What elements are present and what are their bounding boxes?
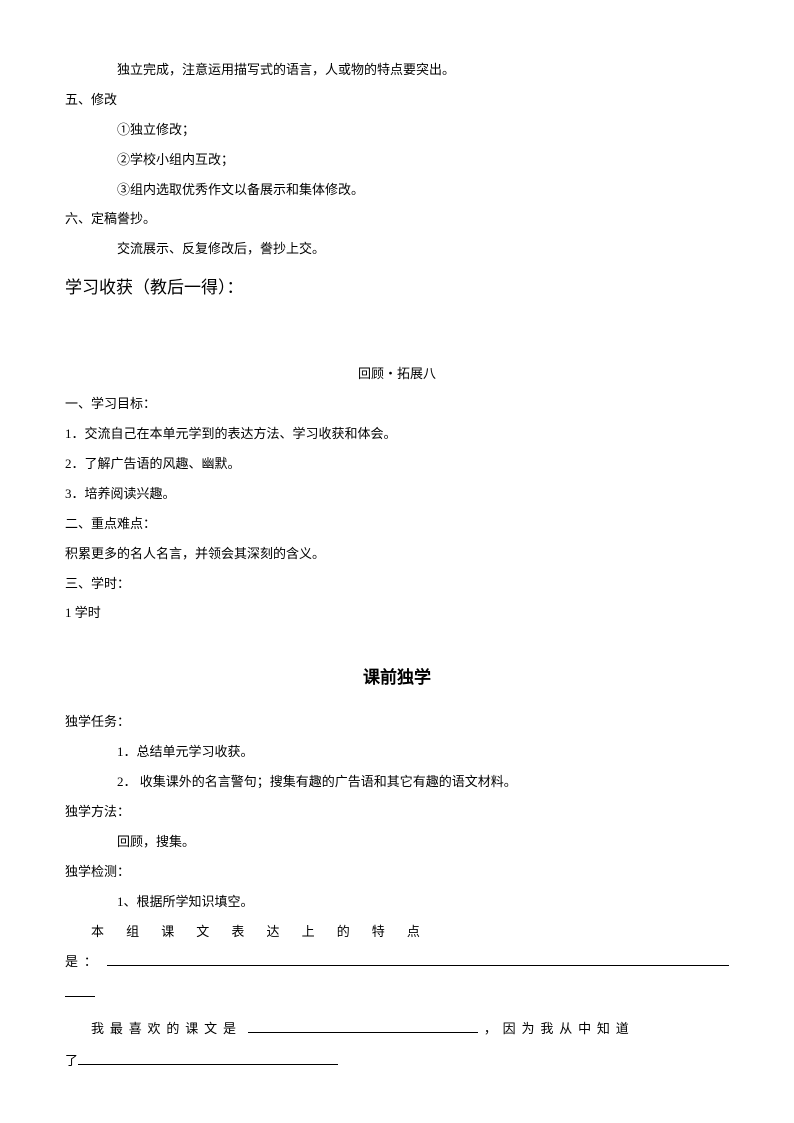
- revision-item-2: ②学校小组内互改；: [65, 145, 729, 175]
- paragraph-line: 交流展示、反复修改后，誊抄上交。: [65, 234, 729, 264]
- task-heading: 独学任务：: [65, 707, 729, 737]
- difficulties-line: 积累更多的名人名言，并领会其深刻的含义。: [65, 539, 729, 569]
- underline-blank: [78, 1064, 338, 1065]
- revision-item-1: ①独立修改；: [65, 115, 729, 145]
- check-heading: 独学检测：: [65, 857, 729, 887]
- section-heading-6: 六、定稿誊抄。: [65, 204, 729, 234]
- fill-blank-2-line1: 我最喜欢的课文是 ，因为我从中知道: [65, 1014, 729, 1044]
- hours-heading: 三、学时：: [65, 569, 729, 599]
- learning-harvest-heading: 学习收获（教后一得）：: [65, 268, 729, 307]
- paragraph-line: 独立完成，注意运用描写式的语言，人或物的特点要突出。: [65, 55, 729, 85]
- task-item-1: 1．总结单元学习收获。: [65, 737, 729, 767]
- method-line: 回顾，搜集。: [65, 827, 729, 857]
- fill-end-text: 了: [65, 1046, 78, 1076]
- objective-1: 1．交流自己在本单元学到的表达方法、学习收获和体会。: [65, 419, 729, 449]
- document-body: 独立完成，注意运用描写式的语言，人或物的特点要突出。 五、修改 ①独立修改； ②…: [65, 55, 729, 1076]
- underline-blank: [107, 953, 729, 966]
- hours-value: 1 学时: [65, 598, 729, 628]
- fill-prefix: 是：: [65, 947, 103, 977]
- difficulties-heading: 二、重点难点：: [65, 509, 729, 539]
- revision-item-3: ③组内选取优秀作文以备展示和集体修改。: [65, 175, 729, 205]
- fill-blank-1-label: 本组课文表达上的特点: [65, 917, 729, 947]
- task-item-2: 2． 收集课外的名言警句；搜集有趣的广告语和其它有趣的语文材料。: [65, 767, 729, 797]
- fill-prefix: 我最喜欢的课文是: [91, 1014, 242, 1044]
- unit-title: 回顾・拓展八: [65, 359, 729, 389]
- objective-3: 3．培养阅读兴趣。: [65, 479, 729, 509]
- method-heading: 独学方法：: [65, 797, 729, 827]
- section-heading-5: 五、修改: [65, 85, 729, 115]
- underline-blank: [248, 1032, 478, 1033]
- fill-blank-1-continuation: [65, 978, 729, 1008]
- fill-label-text: 本组课文表达上的特点: [91, 924, 442, 939]
- objective-2: 2．了解广告语的风趣、幽默。: [65, 449, 729, 479]
- fill-blank-2-line2: 了: [65, 1046, 729, 1076]
- blank-area: [65, 311, 729, 359]
- prestudy-title: 课前独学: [65, 658, 729, 697]
- objectives-heading: 一、学习目标：: [65, 389, 729, 419]
- fill-middle-text: ，因为我从中知道: [484, 1014, 635, 1044]
- underline-blank: [65, 996, 95, 997]
- fill-blank-1-line: 是：: [65, 947, 729, 977]
- spacer: [65, 628, 729, 648]
- check-item-1: 1、根据所学知识填空。: [65, 887, 729, 917]
